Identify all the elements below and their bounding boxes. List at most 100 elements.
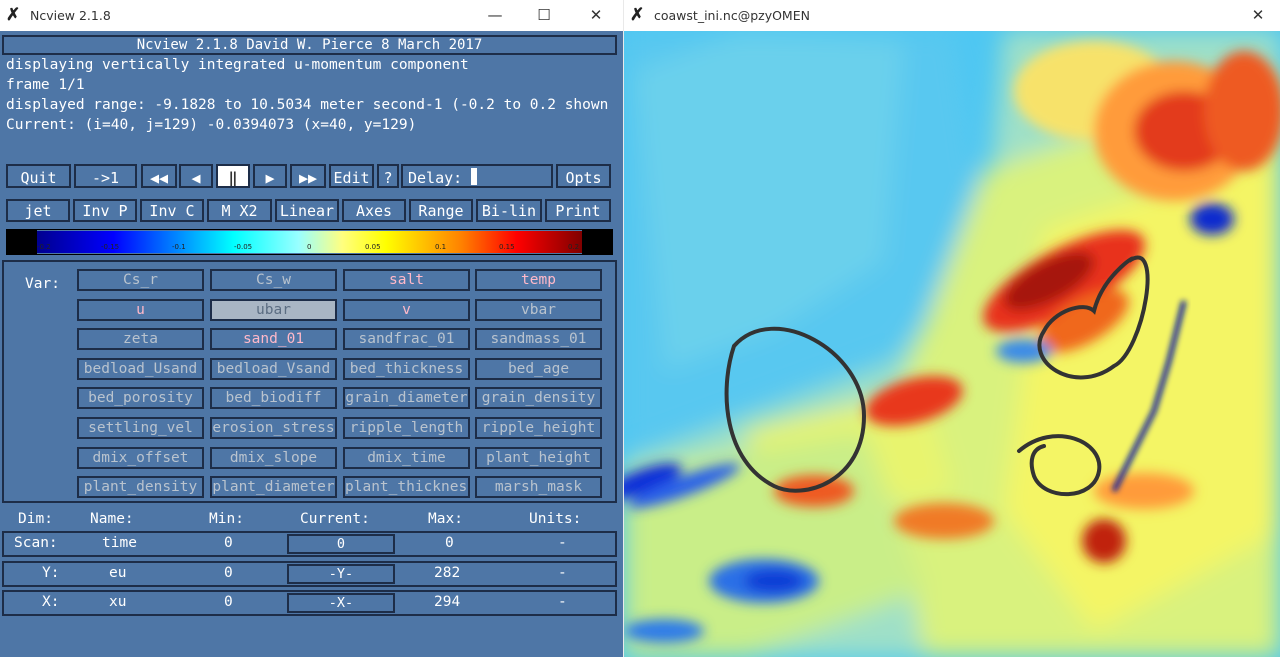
dim-current-box[interactable]: 0: [287, 534, 395, 554]
variable-button-plant-height[interactable]: plant_height: [475, 446, 602, 469]
variable-button-plant-thickness[interactable]: plant_thickness: [343, 476, 470, 499]
colormap-jet-button[interactable]: jet: [6, 199, 70, 222]
colorbar: -0.2 -0.15 -0.1 -0.05 0 0.05 0.1 0.15 0.…: [6, 229, 613, 255]
variable-button-sandmass-01[interactable]: sandmass_01: [475, 328, 602, 351]
colorbar-tick-label: 0.15: [499, 243, 515, 251]
info-description: displaying vertically integrated u-momen…: [6, 57, 469, 73]
help-button[interactable]: ?: [377, 164, 399, 188]
variable-button-dmix-offset[interactable]: dmix_offset: [77, 446, 204, 469]
dim-current-box[interactable]: -X-: [287, 593, 395, 613]
variable-button-grain-density[interactable]: grain_density: [475, 387, 602, 410]
dim-header-current: Current:: [300, 511, 370, 527]
step-forward-icon[interactable]: ▶: [253, 164, 287, 188]
dim-header-dim: Dim:: [18, 511, 53, 527]
field-image[interactable]: [624, 31, 1280, 657]
dim-current-box[interactable]: -Y-: [287, 564, 395, 584]
delay-slider-thumb[interactable]: [471, 168, 477, 185]
dim-units: -: [558, 565, 567, 581]
dim-label: Y:: [42, 565, 60, 581]
variable-button-grain-diameter[interactable]: grain_diameter: [343, 387, 470, 410]
dim-min: 0: [224, 565, 233, 581]
colorbar-tick-label: 0.2: [568, 243, 580, 251]
variable-button-bed-age[interactable]: bed_age: [475, 357, 602, 380]
dim-row-scan[interactable]: Scan: time 0 0 0 -: [2, 531, 617, 557]
magnify-button[interactable]: M X2: [207, 199, 272, 222]
maximize-button[interactable]: ☐: [532, 4, 556, 26]
pause-icon[interactable]: ‖: [216, 164, 250, 188]
colorbar-tick-label: 0: [307, 243, 312, 251]
delay-label: Delay:: [408, 169, 463, 187]
transform-linear-button[interactable]: Linear: [275, 199, 339, 222]
variable-button-cs-r[interactable]: Cs_r: [77, 269, 204, 291]
variable-button-salt[interactable]: salt: [343, 269, 470, 291]
fast-forward-icon[interactable]: ▶▶: [290, 164, 326, 188]
plot-window: ✗ coawst_ini.nc@pzyOMEN ✕: [624, 0, 1280, 657]
info-frame: frame 1/1: [6, 77, 85, 93]
variable-button-ripple-height[interactable]: ripple_height: [475, 417, 602, 439]
right-titlebar[interactable]: ✗ coawst_ini.nc@pzyOMEN ✕: [624, 0, 1280, 31]
invert-physical-button[interactable]: Inv P: [73, 199, 137, 222]
variable-button-vbar[interactable]: vbar: [475, 298, 602, 321]
minimize-button[interactable]: —: [483, 4, 507, 26]
variable-button-bedload-vsand[interactable]: bedload_Vsand: [210, 357, 337, 380]
variable-panel: Var: Cs_r Cs_w salt temp u ubar v vbar zeta sand_…: [2, 260, 617, 503]
goto-first-button[interactable]: ->1: [74, 164, 137, 188]
colorbar-tick-label: -0.05: [234, 243, 253, 251]
axes-button[interactable]: Axes: [342, 199, 406, 222]
variable-button-dmix-slope[interactable]: dmix_slope: [210, 446, 337, 469]
variable-button-sand-01[interactable]: sand_01: [210, 328, 337, 351]
dim-units: -: [558, 594, 567, 610]
plot-close-button[interactable]: ✕: [1246, 4, 1270, 26]
x-logo-icon: ✗: [6, 5, 21, 25]
variable-button-dmix-time[interactable]: dmix_time: [343, 446, 470, 469]
dim-label: Scan:: [14, 535, 58, 551]
invert-colormap-button[interactable]: Inv C: [140, 199, 204, 222]
left-titlebar[interactable]: ✗ Ncview 2.1.8 — ☐ ✕: [0, 0, 623, 31]
dim-units: -: [558, 535, 567, 551]
dim-name: time: [102, 535, 137, 551]
ncview-control-window: ✗ Ncview 2.1.8 — ☐ ✕ Ncview 2.1.8 David …: [0, 0, 623, 657]
range-button[interactable]: Range: [409, 199, 473, 222]
variable-button-ubar[interactable]: ubar: [210, 298, 337, 321]
colorbar-tick-label: 0.05: [365, 243, 381, 251]
dim-max: 282: [434, 565, 461, 581]
dim-min: 0: [224, 594, 233, 610]
print-button[interactable]: Print: [545, 199, 611, 222]
colorbar-tick-label: -0.2: [37, 243, 51, 251]
variable-button-plant-diameter[interactable]: plant_diameter: [210, 476, 337, 499]
quit-button[interactable]: Quit: [6, 164, 71, 188]
variable-button-bed-biodiff[interactable]: bed_biodiff: [210, 387, 337, 410]
rewind-icon[interactable]: ◀◀: [141, 164, 177, 188]
dim-row-x[interactable]: X: xu 0 -X- 294 -: [2, 590, 617, 616]
delay-control[interactable]: Delay:: [401, 164, 553, 188]
variable-button-bedload-usand[interactable]: bedload_Usand: [77, 357, 204, 380]
variable-button-cs-w[interactable]: Cs_w: [210, 269, 337, 291]
variable-button-v[interactable]: v: [343, 298, 470, 321]
variable-button-plant-density[interactable]: plant_density: [77, 476, 204, 499]
opts-button[interactable]: Opts: [556, 164, 611, 188]
step-back-icon[interactable]: ◀: [179, 164, 213, 188]
variable-button-zeta[interactable]: zeta: [77, 328, 204, 351]
x-logo-icon: ✗: [630, 5, 645, 25]
variable-button-sandfrac-01[interactable]: sandfrac_01: [343, 328, 470, 351]
colorbar-overflow: [582, 230, 612, 254]
variable-button-settling-vel[interactable]: settling_vel: [77, 417, 204, 439]
dim-max: 0: [445, 535, 454, 551]
variable-button-u[interactable]: u: [77, 298, 204, 321]
variable-button-ripple-length[interactable]: ripple_length: [343, 417, 470, 439]
dim-row-y[interactable]: Y: eu 0 -Y- 282 -: [2, 561, 617, 587]
variable-button-bed-thickness[interactable]: bed_thickness: [343, 357, 470, 380]
colorbar-tick-label: -0.15: [101, 243, 120, 251]
dim-min: 0: [224, 535, 233, 551]
variable-button-erosion-stress[interactable]: erosion_stress: [210, 417, 337, 439]
colorbar-tick-label: -0.1: [172, 243, 186, 251]
plot-area[interactable]: [624, 31, 1280, 657]
close-button[interactable]: ✕: [584, 4, 608, 26]
variable-button-temp[interactable]: temp: [475, 269, 602, 291]
edit-button[interactable]: Edit: [329, 164, 374, 188]
variable-button-bed-porosity[interactable]: bed_porosity: [77, 387, 204, 410]
bilinear-button[interactable]: Bi-lin: [476, 199, 542, 222]
variable-button-marsh-mask[interactable]: marsh_mask: [475, 476, 602, 499]
version-header: Ncview 2.1.8 David W. Pierce 8 March 201…: [2, 35, 617, 55]
window-title: Ncview 2.1.8: [30, 8, 111, 23]
